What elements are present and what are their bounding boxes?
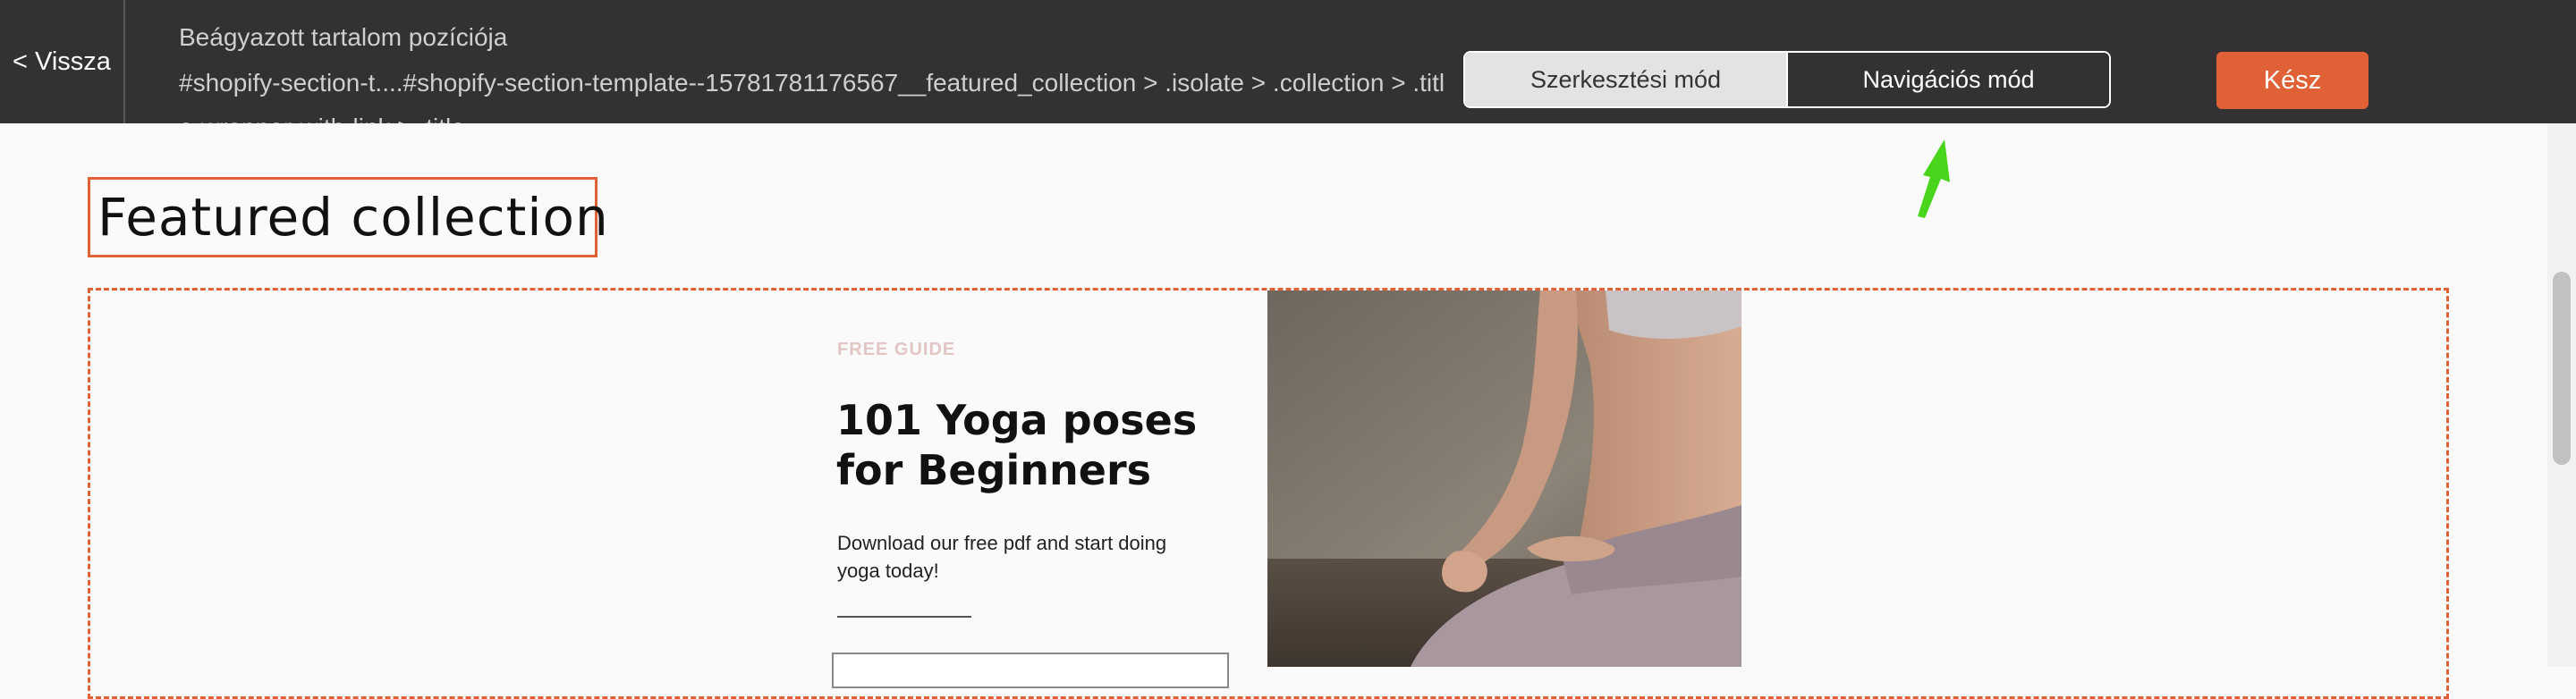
scrollbar-thumb[interactable] <box>2553 272 2571 465</box>
guide-divider <box>837 616 971 618</box>
embedded-content-position: Beágyazott tartalom pozíciója #shopify-s… <box>179 20 1449 123</box>
guide-description: Download our free pdf and start doing yo… <box>837 532 1167 582</box>
done-button[interactable]: Kész <box>2216 52 2368 109</box>
position-title: Beágyazott tartalom pozíciója <box>179 23 508 51</box>
edit-mode-button[interactable]: Szerkesztési mód <box>1465 53 1786 106</box>
email-input[interactable] <box>832 653 1229 688</box>
back-button[interactable]: < Vissza <box>0 0 123 123</box>
featured-collection-title[interactable]: Featured collection <box>88 177 608 257</box>
guide-title: 101 Yoga poses for Beginners <box>836 396 1198 494</box>
toolbar-divider <box>123 0 125 123</box>
editor-toolbar: < Vissza Beágyazott tartalom pozíciója #… <box>0 0 2576 123</box>
position-selector-path: #shopify-section-t....#shopify-section-t… <box>179 69 1445 123</box>
mode-toggle: Szerkesztési mód Navigációs mód <box>1463 51 2111 108</box>
arrow-cursor-icon <box>1918 139 1950 218</box>
free-guide-label: FREE GUIDE <box>837 340 956 359</box>
navigation-mode-button[interactable]: Navigációs mód <box>1786 53 2109 106</box>
scrollbar[interactable] <box>2547 123 2576 667</box>
yoga-image <box>1267 291 1741 667</box>
